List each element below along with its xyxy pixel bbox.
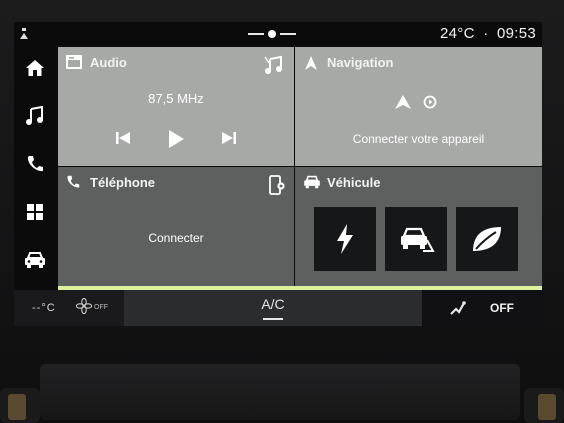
climate-left-zone[interactable]: --°C OFF: [14, 290, 124, 326]
playback-controls: [58, 129, 294, 151]
projection-icons: [295, 95, 542, 111]
phone-icon: [27, 156, 43, 172]
ac-label: A/C: [261, 296, 285, 312]
radio-frequency: 87,5 MHz: [148, 91, 204, 106]
sidebar-item-music[interactable]: [14, 94, 56, 138]
telephone-message: Connecter: [148, 231, 204, 245]
play-icon[interactable]: [166, 129, 186, 154]
status-info: 24°C · 09:53: [436, 25, 536, 42]
electric-mode-button[interactable]: [314, 207, 376, 271]
sidebar-item-phone[interactable]: [14, 142, 56, 186]
previous-track-icon[interactable]: [114, 129, 132, 152]
radio-icon: [66, 55, 82, 74]
sidebar-item-apps[interactable]: [14, 190, 56, 234]
lightning-icon: [337, 224, 353, 254]
telephone-tile[interactable]: Téléphone Connecter: [58, 167, 294, 286]
next-track-icon[interactable]: [220, 129, 238, 152]
infotainment-screen: 24°C · 09:53 Audio 87,5 MHz Navigation C…: [14, 22, 542, 326]
vehicle-tile[interactable]: Véhicule: [295, 167, 542, 286]
navigation-tile[interactable]: Navigation Connecter votre appareil: [295, 47, 542, 166]
phone-icon: [66, 175, 80, 194]
vent-accent-right: [538, 394, 556, 420]
vent-accent-left: [8, 394, 26, 420]
sidebar: [14, 46, 56, 286]
eco-leaf-icon: [473, 227, 501, 251]
page-indicator: [248, 30, 296, 38]
navigation-message: Connecter votre appareil: [352, 132, 485, 146]
ac-button[interactable]: A/C: [124, 290, 422, 326]
sidebar-item-home[interactable]: [14, 46, 56, 90]
eco-mode-button[interactable]: [456, 207, 518, 271]
page-indicator-dot: [268, 30, 276, 38]
clock: 09:53: [496, 25, 536, 42]
apps-grid-icon: [27, 204, 43, 220]
car-icon: [25, 252, 45, 268]
sidebar-item-vehicle[interactable]: [14, 238, 56, 282]
driving-mode-icon: [401, 227, 435, 252]
home-icon: [26, 60, 44, 76]
fan-status: OFF: [94, 304, 108, 311]
audio-tile[interactable]: Audio 87,5 MHz: [58, 47, 294, 166]
phone-settings-icon[interactable]: [268, 175, 286, 200]
outside-temperature: 24°C: [440, 25, 475, 42]
seat-status[interactable]: OFF: [490, 301, 514, 315]
climate-temperature: --°C: [32, 302, 56, 314]
telephone-title: Téléphone: [90, 175, 156, 190]
vehicle-title: Véhicule: [327, 175, 381, 190]
user-profile-icon[interactable]: [18, 27, 30, 41]
fan-icon[interactable]: [75, 297, 93, 319]
car-icon: [303, 175, 321, 194]
navigation-title: Navigation: [327, 55, 394, 70]
audio-title: Audio: [90, 55, 127, 70]
ac-indicator: [263, 318, 283, 320]
driving-mode-button[interactable]: [385, 207, 447, 271]
android-auto-icon: [395, 95, 411, 114]
navigation-arrow-icon: [303, 55, 319, 76]
carplay-icon: [423, 95, 437, 114]
display-bezel: 24°C · 09:53 Audio 87,5 MHz Navigation C…: [0, 0, 564, 423]
climate-bar: --°C OFF A/C OFF: [14, 290, 542, 326]
air-vent-panel: [40, 364, 520, 420]
status-bar: 24°C · 09:53: [14, 22, 542, 46]
dashboard-trim: [0, 330, 564, 423]
music-source-icon[interactable]: [264, 55, 286, 80]
heated-seat-icon[interactable]: [448, 299, 466, 322]
music-note-icon: [26, 106, 43, 125]
status-separator: ·: [483, 25, 489, 42]
